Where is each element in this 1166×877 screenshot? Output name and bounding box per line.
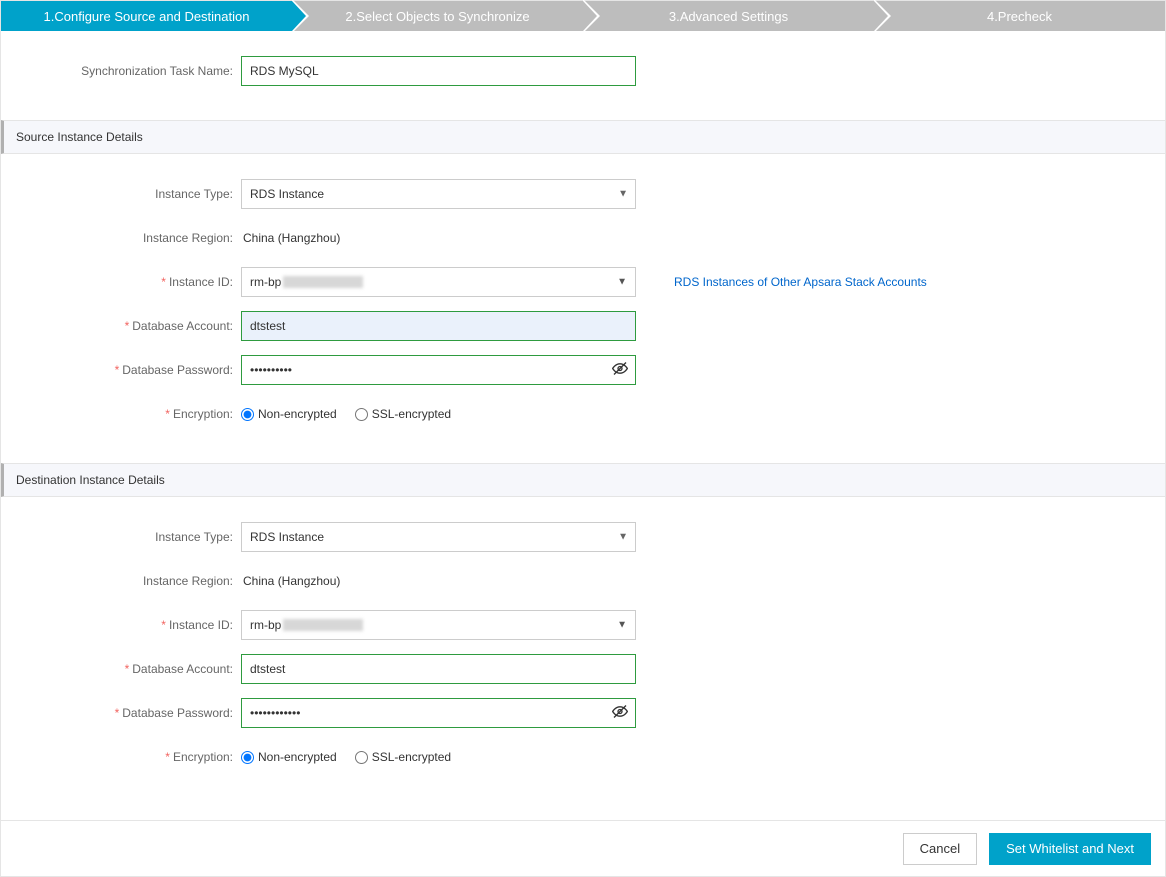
dest-db-account-input[interactable] [241,654,636,684]
dest-region-label: Instance Region: [1,574,241,588]
source-instance-type-label: Instance Type: [1,187,241,201]
dest-instance-type-select[interactable]: RDS Instance [241,522,636,552]
eye-toggle-icon[interactable] [612,361,628,380]
page-root: 1.Configure Source and Destination 2.Sel… [0,0,1166,877]
dest-db-password-label: *Database Password: [1,706,241,720]
dest-encryption-ssl[interactable]: SSL-encrypted [355,750,451,764]
footer-bar: Cancel Set Whitelist and Next [1,820,1165,876]
dest-instance-id-prefix: rm-bp [250,618,281,632]
destination-section-header: Destination Instance Details [1,463,1165,497]
source-db-account-input[interactable] [241,311,636,341]
task-name-block: Synchronization Task Name: [1,31,1165,120]
dest-encryption-non-radio[interactable] [241,751,254,764]
source-db-password-input[interactable] [241,355,636,385]
source-encryption-ssl[interactable]: SSL-encrypted [355,407,451,421]
dest-instance-id-label: *Instance ID: [1,618,241,632]
task-name-label: Synchronization Task Name: [1,64,241,78]
source-instance-type-select[interactable]: RDS Instance [241,179,636,209]
source-encryption-non-radio[interactable] [241,408,254,421]
source-instance-id-select[interactable]: rm-bp ▼ [241,267,636,297]
wizard-steps: 1.Configure Source and Destination 2.Sel… [1,1,1165,31]
source-section-body: Instance Type: RDS Instance ▼ Instance R… [1,154,1165,463]
source-section-header: Source Instance Details [1,120,1165,154]
eye-toggle-icon[interactable] [612,704,628,723]
cancel-button[interactable]: Cancel [903,833,977,865]
source-region-value: China (Hangzhou) [241,231,340,245]
source-instance-id-prefix: rm-bp [250,275,281,289]
dest-db-password-input[interactable] [241,698,636,728]
step-2-select-objects[interactable]: 2.Select Objects to Synchronize [292,1,583,31]
dest-encryption-label: *Encryption: [1,750,241,764]
step-3-advanced[interactable]: 3.Advanced Settings [583,1,874,31]
dest-db-account-label: *Database Account: [1,662,241,676]
other-apsara-accounts-link[interactable]: RDS Instances of Other Apsara Stack Acco… [674,275,927,289]
dest-instance-type-label: Instance Type: [1,530,241,544]
source-region-label: Instance Region: [1,231,241,245]
step-1-label: 1.Configure Source and Destination [44,9,250,24]
source-instance-id-label: *Instance ID: [1,275,241,289]
task-name-input[interactable] [241,56,636,86]
step-4-precheck[interactable]: 4.Precheck [874,1,1165,31]
destination-section-body: Instance Type: RDS Instance ▼ Instance R… [1,497,1165,806]
source-db-account-label: *Database Account: [1,319,241,333]
step-4-label: 4.Precheck [987,9,1052,24]
step-1-configure[interactable]: 1.Configure Source and Destination [1,1,292,31]
dest-encryption-non[interactable]: Non-encrypted [241,750,337,764]
source-encryption-non[interactable]: Non-encrypted [241,407,337,421]
step-3-label: 3.Advanced Settings [669,9,788,24]
chevron-down-icon: ▼ [617,620,627,631]
dest-instance-id-masked [283,619,363,631]
source-encryption-label: *Encryption: [1,407,241,421]
source-instance-id-masked [283,276,363,288]
dest-encryption-ssl-radio[interactable] [355,751,368,764]
source-encryption-ssl-radio[interactable] [355,408,368,421]
chevron-down-icon: ▼ [617,277,627,288]
set-whitelist-next-button[interactable]: Set Whitelist and Next [989,833,1151,865]
dest-region-value: China (Hangzhou) [241,574,340,588]
dest-instance-id-select[interactable]: rm-bp ▼ [241,610,636,640]
source-db-password-label: *Database Password: [1,363,241,377]
step-2-label: 2.Select Objects to Synchronize [345,9,529,24]
